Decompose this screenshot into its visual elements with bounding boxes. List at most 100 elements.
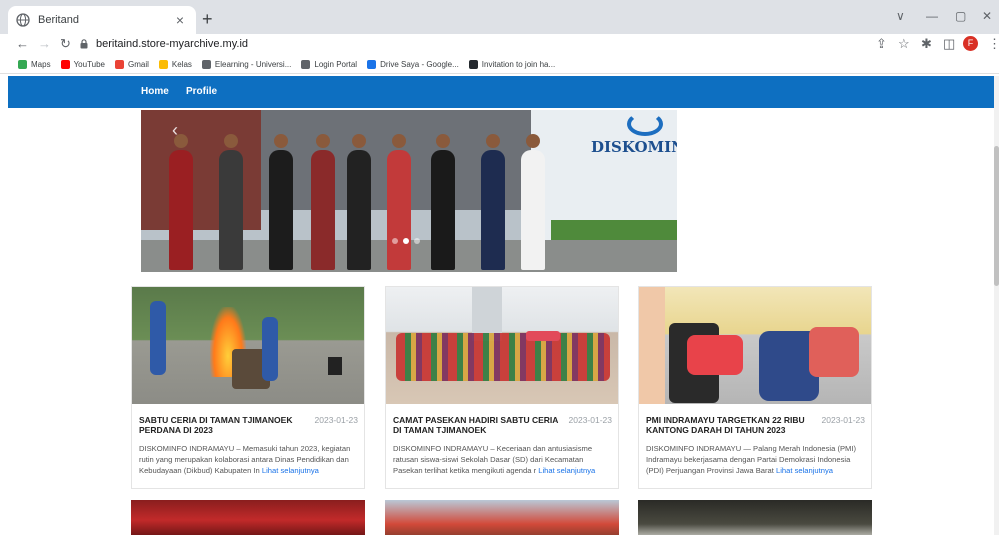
bookmark-item[interactable]: Elearning - Universi... xyxy=(201,60,292,69)
hero-person-head xyxy=(486,134,500,148)
hero-person-head xyxy=(224,134,238,148)
bookmark-icon xyxy=(201,60,211,69)
bookmark-icon xyxy=(367,60,377,69)
news-date: 2023-01-23 xyxy=(568,415,612,425)
news-thumbnail[interactable] xyxy=(131,500,365,535)
globe-icon xyxy=(16,13,30,27)
hero-logo-text: DISKOMINF xyxy=(591,138,677,156)
news-thumbnail[interactable] xyxy=(385,500,619,535)
forward-arrow-icon[interactable]: → xyxy=(38,36,51,51)
read-more-link[interactable]: Lihat selanjutnya xyxy=(538,466,595,475)
restore-button[interactable]: ▢ xyxy=(955,9,966,23)
browser-toolbar: ← → ↻ beritaind.store-myarchive.my.id ⇪ … xyxy=(0,34,999,56)
bookmark-label: YouTube xyxy=(73,60,105,69)
news-thumbnail[interactable] xyxy=(638,500,872,535)
news-excerpt: DISKOMINFO INDRAMAYU – Keceriaan dan ant… xyxy=(393,443,613,476)
hero-person-head xyxy=(316,134,330,148)
carousel-dot[interactable] xyxy=(392,238,398,244)
back-arrow-icon[interactable]: ← xyxy=(16,36,29,51)
hero-person xyxy=(347,150,371,270)
hero-person xyxy=(431,150,455,270)
page-scrollbar[interactable] xyxy=(994,76,999,535)
hero-person-head xyxy=(392,134,406,148)
bookmark-item[interactable]: Gmail xyxy=(115,60,149,69)
hero-person-head xyxy=(526,134,540,148)
bookmark-item[interactable]: YouTube xyxy=(60,60,105,69)
read-more-link[interactable]: Lihat selanjutnya xyxy=(776,466,833,475)
bookmark-icon xyxy=(60,60,70,69)
news-title[interactable]: SABTU CERIA DI TAMAN TJIMANOEK PERDANA D… xyxy=(139,415,305,435)
hero-person-head xyxy=(436,134,450,148)
bookmark-item[interactable]: Maps xyxy=(18,60,51,69)
bookmark-icon xyxy=(301,60,311,69)
bookmark-label: Kelas xyxy=(171,60,192,69)
hero-person xyxy=(521,150,545,270)
news-date: 2023-01-23 xyxy=(821,415,865,425)
carousel-prev-icon[interactable]: ‹ xyxy=(172,120,178,141)
share-icon[interactable]: ⇪ xyxy=(876,36,887,52)
news-card[interactable]: SABTU CERIA DI TAMAN TJIMANOEK PERDANA D… xyxy=(131,286,365,489)
reload-icon[interactable]: ↻ xyxy=(60,36,71,52)
side-panel-icon[interactable]: ◫ xyxy=(943,36,955,52)
browser-tabstrip: Beritand × + ∨ — ▢ ✕ xyxy=(0,0,999,34)
news-excerpt: DISKOMINFO INDRAMAYU – Memasuki tahun 20… xyxy=(139,443,359,476)
hero-person xyxy=(481,150,505,270)
scrollbar-thumb[interactable] xyxy=(994,146,999,286)
news-thumbnail[interactable] xyxy=(639,287,871,404)
address-bar[interactable]: beritaind.store-myarchive.my.id xyxy=(80,34,860,54)
hero-person xyxy=(387,150,411,270)
bookmark-item[interactable]: Kelas xyxy=(158,60,192,69)
news-thumbnail[interactable] xyxy=(386,287,618,404)
bookmark-icon xyxy=(468,60,478,69)
menu-icon[interactable]: ⋮ xyxy=(988,36,999,52)
news-excerpt: DISKOMINFO INDRAMAYU — Palang Merah Indo… xyxy=(646,443,866,476)
bookmarks-bar: Maps YouTube Gmail Kelas Elearning - Univers… xyxy=(0,56,999,74)
nav-home-link[interactable]: Home xyxy=(141,86,169,97)
profile-avatar[interactable]: F xyxy=(963,36,978,51)
hero-building xyxy=(141,110,261,230)
close-window-button[interactable]: ✕ xyxy=(982,9,992,23)
hero-person xyxy=(169,150,193,270)
carousel-dot[interactable] xyxy=(403,238,409,244)
nav-profile-link[interactable]: Profile xyxy=(186,86,217,97)
tab-title: Beritand xyxy=(38,14,79,26)
bookmark-label: Invitation to join ha... xyxy=(481,60,556,69)
bookmark-label: Elearning - Universi... xyxy=(214,60,292,69)
news-date: 2023-01-23 xyxy=(314,415,358,425)
bookmark-icon xyxy=(115,60,124,69)
carousel-dot[interactable] xyxy=(414,238,420,244)
bookmark-item[interactable]: Drive Saya - Google... xyxy=(367,60,459,69)
bookmark-icon xyxy=(158,60,168,69)
carousel-indicators xyxy=(392,238,420,244)
hero-person xyxy=(269,150,293,270)
bookmark-icon xyxy=(18,60,27,69)
news-card[interactable]: CAMAT PASEKAN HADIRI SABTU CERIA DI TAMA… xyxy=(385,286,619,489)
site-navbar: Home Profile xyxy=(8,76,996,108)
extensions-icon[interactable]: ✱ xyxy=(921,36,932,52)
bookmark-label: Drive Saya - Google... xyxy=(380,60,459,69)
hero-carousel[interactable]: DISKOMINF xyxy=(141,110,677,272)
diskominfo-logo-icon xyxy=(627,112,663,136)
hero-person xyxy=(219,150,243,270)
new-tab-button[interactable]: + xyxy=(202,10,213,28)
minimize-button[interactable]: — xyxy=(926,9,938,23)
bookmark-label: Login Portal xyxy=(314,60,358,69)
news-thumbnail[interactable] xyxy=(132,287,364,404)
hero-person-head xyxy=(274,134,288,148)
bookmark-item[interactable]: Invitation to join ha... xyxy=(468,60,556,69)
news-card[interactable]: PMI INDRAMAYU TARGETKAN 22 RIBU KANTONG … xyxy=(638,286,872,489)
bookmark-label: Gmail xyxy=(128,60,149,69)
news-title[interactable]: CAMAT PASEKAN HADIRI SABTU CERIA DI TAMA… xyxy=(393,415,559,435)
tab-search-icon[interactable]: ∨ xyxy=(896,9,905,23)
url-text: beritaind.store-myarchive.my.id xyxy=(96,38,249,50)
bookmark-label: Maps xyxy=(31,60,51,69)
lock-icon xyxy=(80,39,88,49)
browser-tab[interactable]: Beritand × xyxy=(8,6,196,34)
read-more-link[interactable]: Lihat selanjutnya xyxy=(262,466,319,475)
tab-close-icon[interactable]: × xyxy=(172,12,188,28)
bookmark-item[interactable]: Login Portal xyxy=(301,60,357,69)
news-title[interactable]: PMI INDRAMAYU TARGETKAN 22 RIBU KANTONG … xyxy=(646,415,812,435)
bookmark-star-icon[interactable]: ☆ xyxy=(898,36,910,52)
hero-person xyxy=(311,150,335,270)
hero-person-head xyxy=(352,134,366,148)
